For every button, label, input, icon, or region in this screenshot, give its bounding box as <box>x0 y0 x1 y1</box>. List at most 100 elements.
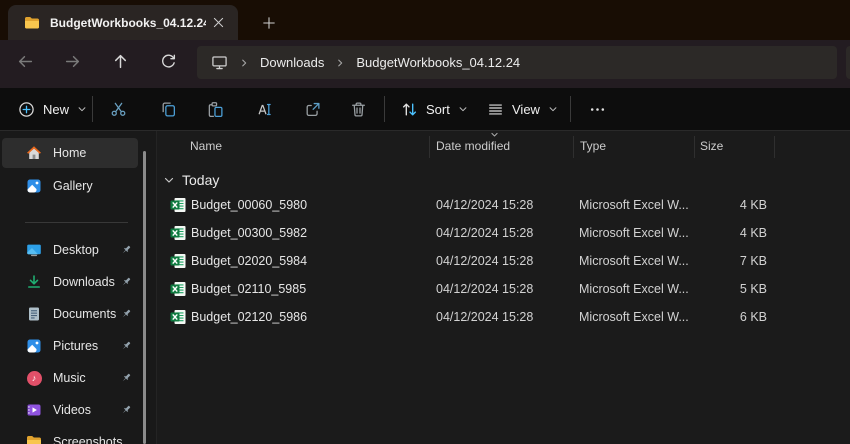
column-resize-handle[interactable] <box>774 136 775 158</box>
toolbar-divider <box>570 96 571 122</box>
breadcrumb-chevron-icon[interactable] <box>335 58 345 68</box>
chevron-down-icon <box>548 104 558 114</box>
excel-file-icon <box>170 225 186 241</box>
file-type: Microsoft Excel W... <box>579 247 689 275</box>
file-name: Budget_00060_5980 <box>191 191 307 219</box>
sidebar-item-label: Screenshots <box>53 435 122 444</box>
refresh-icon[interactable] <box>151 44 185 78</box>
sidebar-item-screenshots[interactable]: Screenshots <box>2 427 138 444</box>
sidebar-item-pictures[interactable]: Pictures <box>2 331 138 361</box>
file-name: Budget_02020_5984 <box>191 247 307 275</box>
navigation-bar: Downloads BudgetWorkbooks_04.12.24 <box>0 40 850 88</box>
file-row[interactable]: Budget_02020_5984 04/12/2024 15:28 Micro… <box>157 247 850 275</box>
more-options-icon <box>589 101 606 118</box>
this-pc-icon[interactable] <box>211 54 228 71</box>
sidebar-item-gallery[interactable]: Gallery <box>2 171 138 201</box>
file-type: Microsoft Excel W... <box>579 219 689 247</box>
breadcrumb-downloads[interactable]: Downloads <box>260 55 324 70</box>
pin-icon <box>120 372 132 384</box>
file-name: Budget_00300_5982 <box>191 219 307 247</box>
sort-icon <box>401 101 418 118</box>
view-button[interactable]: View <box>478 91 567 127</box>
sidebar-item-desktop[interactable]: Desktop <box>2 235 138 265</box>
explorer-tab[interactable]: BudgetWorkbooks_04.12.24 <box>8 5 238 40</box>
forward-icon[interactable] <box>55 44 89 78</box>
sidebar-item-label: Downloads <box>53 275 115 289</box>
paste-button[interactable] <box>199 91 231 127</box>
pin-icon <box>120 404 132 416</box>
breadcrumb-chevron-icon[interactable] <box>239 58 249 68</box>
paste-icon <box>207 101 224 118</box>
sidebar-item-label: Music <box>53 371 86 385</box>
search-box[interactable] <box>846 46 850 79</box>
file-date-modified: 04/12/2024 15:28 <box>436 275 533 303</box>
share-icon <box>304 101 321 118</box>
file-explorer-window: BudgetWorkbooks_04.12.24 <box>0 0 850 444</box>
new-button-label: New <box>43 102 69 117</box>
sidebar-item-label: Desktop <box>53 243 99 257</box>
desktop-icon <box>26 242 42 258</box>
file-row[interactable]: Budget_02120_5986 04/12/2024 15:28 Micro… <box>157 303 850 331</box>
file-date-modified: 04/12/2024 15:28 <box>436 247 533 275</box>
chevron-down-icon <box>77 104 87 114</box>
command-toolbar: New <box>0 88 850 130</box>
toolbar-divider <box>92 96 93 122</box>
tab-title: BudgetWorkbooks_04.12.24 <box>50 16 206 30</box>
file-row[interactable]: Budget_00060_5980 04/12/2024 15:28 Micro… <box>157 191 850 219</box>
delete-icon <box>350 101 367 118</box>
column-header-type[interactable]: Type <box>580 134 606 158</box>
more-options-button[interactable] <box>580 91 614 127</box>
sidebar-item-label: Documents <box>53 307 116 321</box>
share-button[interactable] <box>296 91 328 127</box>
sort-button[interactable]: Sort <box>392 91 477 127</box>
column-resize-handle[interactable] <box>429 136 430 158</box>
sidebar-item-music[interactable]: Music <box>2 363 138 393</box>
sidebar-item-downloads[interactable]: Downloads <box>2 267 138 297</box>
sidebar-item-label: Gallery <box>53 179 93 193</box>
cut-icon <box>110 101 127 118</box>
sidebar-item-documents[interactable]: Documents <box>2 299 138 329</box>
column-resize-handle[interactable] <box>694 136 695 158</box>
new-button[interactable]: New <box>8 91 97 127</box>
sidebar-scrollbar-thumb[interactable] <box>143 151 146 444</box>
pin-icon <box>120 276 132 288</box>
tab-close-icon[interactable] <box>206 11 230 35</box>
sidebar: Home Gallery Desktop Downloads <box>0 131 156 444</box>
file-row[interactable]: Budget_00300_5982 04/12/2024 15:28 Micro… <box>157 219 850 247</box>
copy-button[interactable] <box>152 91 184 127</box>
titlebar: BudgetWorkbooks_04.12.24 <box>0 0 850 40</box>
view-button-label: View <box>512 102 540 117</box>
up-icon[interactable] <box>103 44 137 78</box>
pin-icon <box>120 340 132 352</box>
file-date-modified: 04/12/2024 15:28 <box>436 191 533 219</box>
address-bar[interactable]: Downloads BudgetWorkbooks_04.12.24 <box>197 46 837 79</box>
sidebar-item-home[interactable]: Home <box>2 138 138 168</box>
breadcrumb-current-folder[interactable]: BudgetWorkbooks_04.12.24 <box>356 55 520 70</box>
column-header-size[interactable]: Size <box>700 134 723 158</box>
toolbar-divider <box>384 96 385 122</box>
back-icon[interactable] <box>8 44 42 78</box>
file-name: Budget_02110_5985 <box>191 275 306 303</box>
sidebar-item-videos[interactable]: Videos <box>2 395 138 425</box>
column-resize-handle[interactable] <box>573 136 574 158</box>
file-size: 5 KB <box>692 275 767 303</box>
cut-button[interactable] <box>102 91 134 127</box>
music-icon <box>26 370 42 386</box>
excel-file-icon <box>170 197 186 213</box>
new-tab-icon[interactable] <box>256 10 282 36</box>
group-collapse-chevron-icon[interactable] <box>163 174 175 186</box>
folder-icon <box>24 15 40 31</box>
file-row[interactable]: Budget_02110_5985 04/12/2024 15:28 Micro… <box>157 275 850 303</box>
rename-button[interactable] <box>247 91 279 127</box>
rename-icon <box>255 101 272 118</box>
delete-button[interactable] <box>342 91 374 127</box>
new-icon <box>18 101 35 118</box>
column-header-name[interactable]: Name <box>190 134 222 158</box>
sidebar-item-label: Home <box>53 146 86 160</box>
group-header-today[interactable]: Today <box>157 167 219 193</box>
pin-icon <box>120 244 132 256</box>
pictures-icon <box>26 338 42 354</box>
sidebar-item-label: Pictures <box>53 339 98 353</box>
group-label: Today <box>182 172 219 188</box>
documents-icon <box>26 306 42 322</box>
